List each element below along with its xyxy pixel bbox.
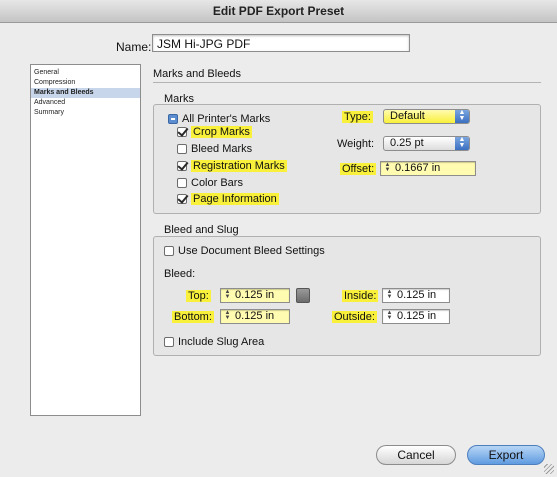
include-slug-checkbox[interactable] <box>164 337 174 347</box>
bleed-marks-row[interactable]: Bleed Marks <box>177 143 252 155</box>
page-information-row[interactable]: Page Information <box>177 193 279 205</box>
sidebar-item-general[interactable]: General <box>31 68 140 78</box>
crop-marks-label: Crop Marks <box>191 126 252 138</box>
include-slug-label: Include Slug Area <box>178 336 265 348</box>
bottom-value: 0.125 in <box>235 310 275 322</box>
registration-marks-checkbox[interactable] <box>177 161 187 171</box>
export-button[interactable]: Export <box>467 445 545 465</box>
offset-field[interactable]: ▲ ▼ 0.1667 in <box>380 161 476 176</box>
color-bars-row[interactable]: Color Bars <box>177 177 243 189</box>
bleed-label: Bleed: <box>164 268 196 280</box>
bleed-slug-group-title: Bleed and Slug <box>164 224 239 236</box>
outside-label: Outside: <box>332 311 377 323</box>
name-input[interactable]: JSM Hi-JPG PDF <box>152 34 410 52</box>
weight-label-row: Weight: <box>337 138 374 150</box>
offset-label: Offset: <box>340 163 377 175</box>
type-label-row: Type: <box>342 111 373 123</box>
registration-marks-row[interactable]: Registration Marks <box>177 160 287 172</box>
all-printers-marks-row[interactable]: All Printer's Marks <box>168 113 270 125</box>
page-information-checkbox[interactable] <box>177 194 187 204</box>
bottom-label: Bottom: <box>172 311 214 323</box>
bleed-marks-checkbox[interactable] <box>177 144 187 154</box>
weight-label: Weight: <box>337 138 375 150</box>
bleed-marks-label: Bleed Marks <box>191 143 253 155</box>
sidebar-item-summary[interactable]: Summary <box>31 108 140 118</box>
top-value: 0.125 in <box>235 289 275 301</box>
inside-label-row: Inside: <box>342 290 379 302</box>
all-printers-marks-label: All Printer's Marks <box>182 113 271 125</box>
sidebar-item-compression[interactable]: Compression <box>31 78 140 88</box>
top-label: Top: <box>186 290 211 302</box>
offset-value: 0.1667 in <box>395 162 441 174</box>
use-document-bleed-label: Use Document Bleed Settings <box>178 245 325 257</box>
registration-marks-label: Registration Marks <box>191 160 287 172</box>
chain-link-icon[interactable] <box>296 288 310 303</box>
weight-select[interactable]: 0.25 pt ▲ ▼ <box>383 136 470 151</box>
bottom-label-row: Bottom: <box>172 311 214 323</box>
outside-label-row: Outside: <box>332 311 377 323</box>
color-bars-checkbox[interactable] <box>177 178 187 188</box>
resize-grip-icon[interactable] <box>544 464 554 474</box>
use-document-bleed-checkbox[interactable] <box>164 246 174 256</box>
all-printers-marks-checkbox[interactable] <box>168 114 178 124</box>
type-select-value: Default <box>390 110 425 122</box>
section-title: Marks and Bleeds <box>153 68 242 80</box>
top-field[interactable]: ▲ ▼ 0.125 in <box>220 288 290 303</box>
name-label: Name: <box>116 40 152 54</box>
stepper-arrows-icon[interactable]: ▲ ▼ <box>383 162 392 174</box>
crop-marks-row[interactable]: Crop Marks <box>177 126 252 138</box>
stepper-arrows-icon[interactable]: ▲ ▼ <box>223 310 232 322</box>
cancel-button[interactable]: Cancel <box>376 445 456 465</box>
stepper-arrows-icon[interactable]: ▲ ▼ <box>385 310 394 322</box>
sidebar-item-advanced[interactable]: Advanced <box>31 98 140 108</box>
offset-label-row: Offset: <box>340 163 377 175</box>
inside-field[interactable]: ▲ ▼ 0.125 in <box>382 288 450 303</box>
inside-label: Inside: <box>342 290 379 302</box>
bleed-label-row: Bleed: <box>164 268 195 280</box>
type-select[interactable]: Default ▲ ▼ <box>383 109 470 124</box>
category-list: General Compression Marks and Bleeds Adv… <box>30 64 141 416</box>
window-title: Edit PDF Export Preset <box>0 0 557 23</box>
stepper-arrows-icon[interactable]: ▲ ▼ <box>223 289 232 301</box>
type-label: Type: <box>342 111 373 123</box>
select-arrows-icon: ▲ ▼ <box>455 109 469 123</box>
page-information-label: Page Information <box>191 193 279 205</box>
weight-select-value: 0.25 pt <box>390 137 424 149</box>
color-bars-label: Color Bars <box>191 177 243 189</box>
sidebar-item-marks-and-bleeds[interactable]: Marks and Bleeds <box>31 88 140 98</box>
crop-marks-checkbox[interactable] <box>177 127 187 137</box>
top-label-row: Top: <box>186 290 211 302</box>
section-divider <box>153 82 541 83</box>
select-arrows-icon: ▲ ▼ <box>455 136 469 150</box>
inside-value: 0.125 in <box>397 289 437 301</box>
outside-value: 0.125 in <box>397 310 437 322</box>
stepper-arrows-icon[interactable]: ▲ ▼ <box>385 289 394 301</box>
use-document-bleed-row[interactable]: Use Document Bleed Settings <box>164 245 325 257</box>
bottom-field[interactable]: ▲ ▼ 0.125 in <box>220 309 290 324</box>
outside-field[interactable]: ▲ ▼ 0.125 in <box>382 309 450 324</box>
include-slug-row[interactable]: Include Slug Area <box>164 336 264 348</box>
